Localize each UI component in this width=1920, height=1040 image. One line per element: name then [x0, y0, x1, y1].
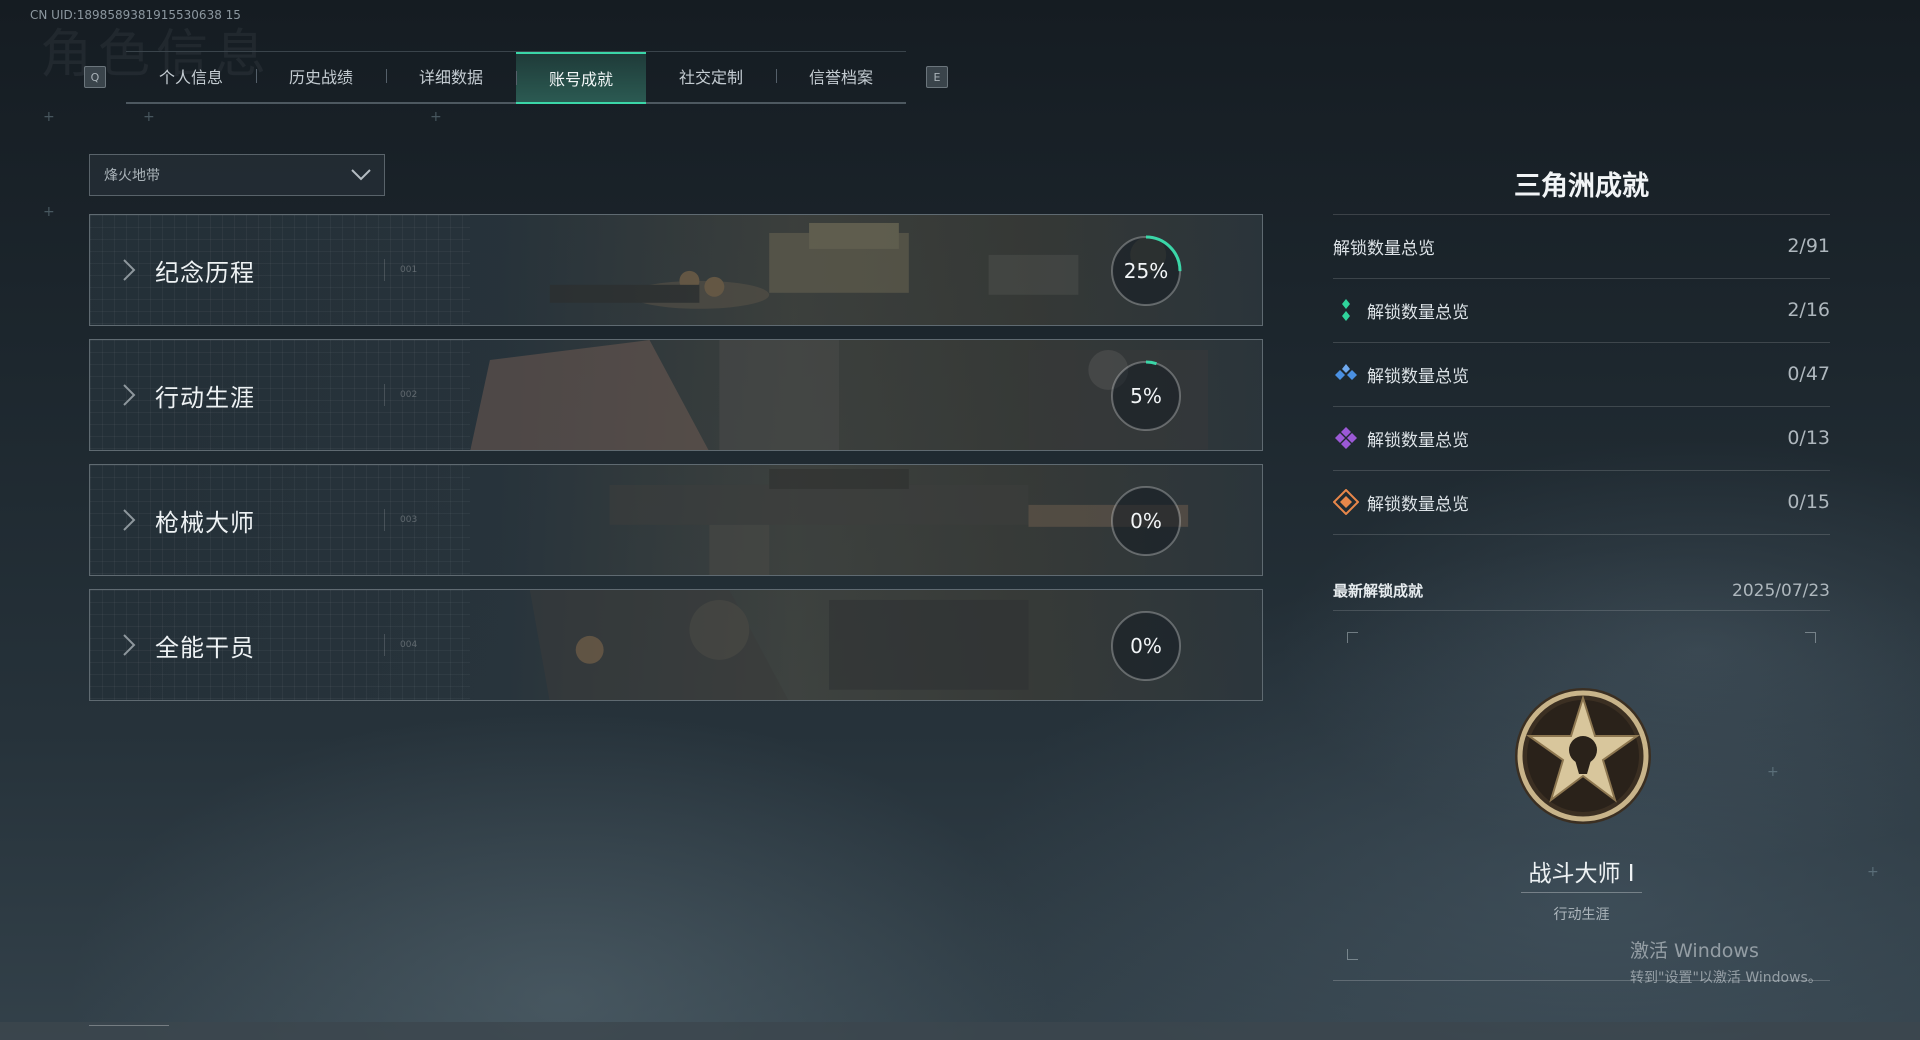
- footer-bar: [0, 1022, 1920, 1040]
- latest-achievement-header: 最新解锁成就 2025/07/23: [1333, 580, 1830, 601]
- divider: [1333, 534, 1830, 535]
- tab-social-customization[interactable]: 社交定制: [646, 52, 776, 100]
- progress-percent: 0%: [1130, 509, 1162, 533]
- latest-achievement-date: 2025/07/23: [1732, 580, 1830, 601]
- summary-tier-row: 解锁数量总览 2/16: [1333, 278, 1830, 342]
- tier-label: 解锁数量总览: [1367, 430, 1469, 451]
- divider: [384, 509, 385, 531]
- tabs: 个人信息 历史战绩 详细数据 账号成就 社交定制 信誉档案: [126, 50, 906, 104]
- windows-activation-watermark: 激活 Windows 转到"设置"以激活 Windows。: [1630, 936, 1822, 987]
- tab-detailed-data[interactable]: 详细数据: [386, 52, 516, 100]
- green-diamond-icon: [1342, 299, 1350, 321]
- summary-total-label: 解锁数量总览: [1333, 238, 1435, 259]
- category-title: 枪械大师: [155, 509, 255, 537]
- tab-account-achievements[interactable]: 账号成就: [516, 51, 646, 104]
- tab-personal-info[interactable]: 个人信息: [126, 52, 256, 100]
- divider: [384, 384, 385, 406]
- category-card-memorial[interactable]: 纪念历程 001 25%: [89, 214, 1263, 326]
- divider: [384, 634, 385, 656]
- latest-achievement-category: 行动生涯: [1553, 907, 1610, 923]
- orange-diamond-icon: [1333, 489, 1359, 515]
- summary-total-value: 2/91: [1787, 235, 1830, 257]
- chevron-right-icon: [123, 259, 136, 281]
- crosshair-decoration: +: [43, 204, 55, 220]
- latest-achievement-label: 最新解锁成就: [1333, 582, 1424, 600]
- tab-reputation-record[interactable]: 信誉档案: [776, 52, 906, 100]
- latest-achievement-name: 战斗大师 Ⅰ: [1528, 861, 1635, 887]
- category-index: 002: [400, 390, 418, 400]
- summary-tier-row: 解锁数量总览 0/47: [1333, 342, 1830, 406]
- corner-decoration: [1347, 632, 1358, 643]
- crosshair-decoration: +: [1867, 864, 1879, 880]
- category-title: 全能干员: [155, 634, 255, 662]
- watermark-line-1: 激活 Windows: [1630, 940, 1759, 962]
- chevron-right-icon: [123, 509, 136, 531]
- tier-value: 0/13: [1787, 427, 1830, 449]
- blue-diamond-icon: [1335, 364, 1357, 380]
- summary-tier-row: 解锁数量总览 0/13: [1333, 406, 1830, 470]
- tier-label: 解锁数量总览: [1367, 366, 1469, 387]
- tier-label: 解锁数量总览: [1367, 302, 1469, 323]
- mode-select-value: 烽火地带: [104, 168, 160, 184]
- divider: [1521, 892, 1642, 893]
- crosshair-decoration: +: [430, 109, 442, 125]
- tier-value: 2/16: [1787, 299, 1830, 321]
- category-index: 003: [400, 515, 418, 525]
- tier-label: 解锁数量总览: [1367, 494, 1469, 515]
- combat-master-medal-icon: [1515, 688, 1651, 824]
- mode-select-dropdown[interactable]: 烽火地带: [89, 154, 385, 196]
- category-index: 004: [400, 640, 418, 650]
- prev-tab-key[interactable]: Q: [84, 66, 106, 88]
- category-title: 纪念历程: [155, 259, 255, 287]
- progress-percent: 5%: [1130, 384, 1162, 408]
- crosshair-decoration: +: [43, 109, 55, 125]
- chevron-right-icon: [123, 634, 136, 656]
- next-tab-key[interactable]: E: [926, 66, 948, 88]
- chevron-right-icon: [123, 384, 136, 406]
- latest-achievement-card[interactable]: 战斗大师 Ⅰ 行动生涯: [1333, 632, 1830, 980]
- tab-bar: Q 个人信息 历史战绩 详细数据 账号成就 社交定制 信誉档案 E: [84, 50, 948, 104]
- tier-value: 0/47: [1787, 363, 1830, 385]
- achievement-summary-title: 三角洲成就: [1514, 171, 1649, 202]
- category-index: 001: [400, 265, 418, 275]
- tab-match-history[interactable]: 历史战绩: [256, 52, 386, 100]
- corner-decoration: [1805, 632, 1816, 643]
- category-title: 行动生涯: [155, 384, 255, 412]
- corner-decoration: [1347, 949, 1358, 960]
- category-card-operation-career[interactable]: 行动生涯 002 5%: [89, 339, 1263, 451]
- watermark-line-2: 转到"设置"以激活 Windows。: [1630, 970, 1822, 986]
- category-card-weapon-master[interactable]: 枪械大师 003 0%: [89, 464, 1263, 576]
- summary-total-row: 解锁数量总览 2/91: [1333, 214, 1830, 278]
- chevron-down-icon: [351, 169, 371, 181]
- divider: [384, 259, 385, 281]
- footer-notch: [89, 1025, 169, 1026]
- progress-percent: 25%: [1123, 259, 1169, 283]
- tier-value: 0/15: [1787, 491, 1830, 513]
- divider: [1333, 610, 1830, 611]
- purple-diamond-icon: [1335, 427, 1357, 449]
- crosshair-decoration: +: [143, 109, 155, 125]
- summary-tier-row: 解锁数量总览 0/15: [1333, 470, 1830, 534]
- progress-percent: 0%: [1130, 634, 1162, 658]
- category-card-all-round-operator[interactable]: 全能干员 004 0%: [89, 589, 1263, 701]
